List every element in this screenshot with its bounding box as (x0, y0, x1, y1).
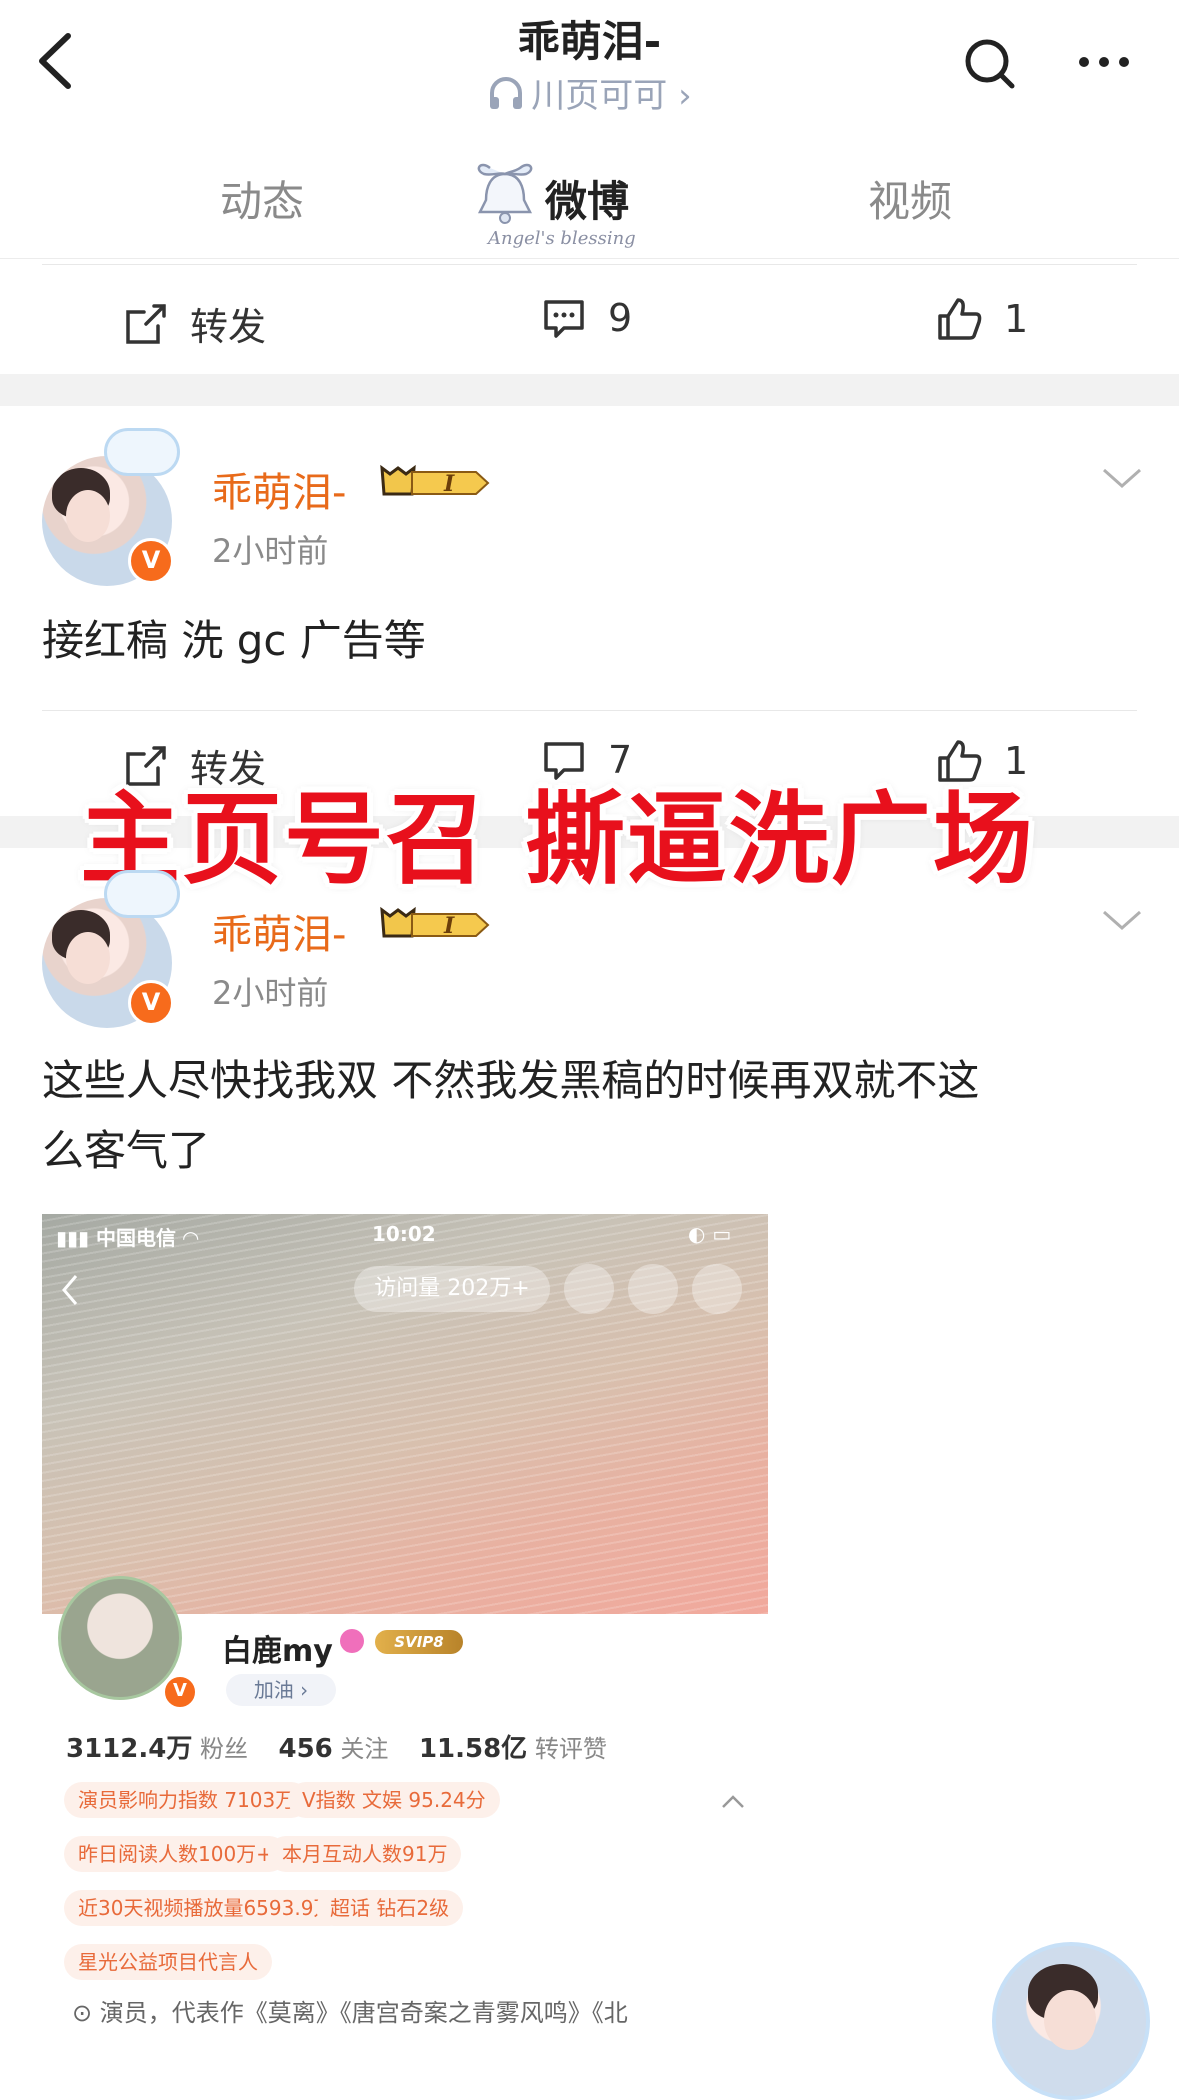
divider (42, 264, 1137, 265)
post-card: V 乖萌泪- I 2小时前 接红稿 洗 gc 广告等 转发 7 1 (0, 406, 1179, 816)
verified-badge: V (162, 1674, 198, 1710)
top-nav-bar: 乖萌泪- 川页可可 › (0, 0, 1179, 129)
username[interactable]: 乖萌泪- (212, 902, 346, 960)
profile-name: 白鹿my (222, 1634, 333, 1669)
floating-avatar-button[interactable] (992, 1942, 1150, 2100)
chevron-down-icon[interactable] (1100, 906, 1144, 934)
cheer-chip: 加油 › (226, 1674, 336, 1706)
tab-dongtai[interactable]: 动态 (220, 168, 304, 229)
repost-label: 转发 (190, 305, 267, 349)
visits-pill: 访问量 202万+ (354, 1266, 550, 1312)
back-arrow-icon (62, 1275, 78, 1305)
post-action-bar: 转发 9 1 (0, 268, 1179, 368)
verified-badge: V (128, 538, 174, 584)
tab-video[interactable]: 视频 (868, 168, 952, 229)
info-icon: ⊙ (72, 1999, 93, 2027)
post-text-line-2: 么客气了 (42, 1126, 211, 1175)
fire-icon (564, 1264, 614, 1314)
like-button[interactable]: 1 (936, 296, 1028, 342)
more-icon[interactable] (1076, 54, 1132, 70)
status-carrier: ▮▮▮ 中国电信 ◠ (56, 1226, 199, 1250)
like-count: 1 (1004, 297, 1029, 341)
comment-button[interactable]: 9 (542, 296, 632, 340)
thumbs-up-icon (938, 298, 982, 340)
chevron-up-icon (722, 1795, 744, 1808)
post-text-line-1: 这些人尽快找我双 不然我发黑稿的时候再双就不这 (42, 1056, 980, 1105)
cloud-decoration-icon (104, 428, 180, 476)
battery-icon: ◐ ▭ (688, 1222, 732, 1246)
chevron-down-icon[interactable] (1100, 464, 1144, 492)
comment-count: 9 (608, 296, 633, 340)
tab-weibo[interactable]: 微博 (545, 168, 629, 229)
post-time: 2小时前 (212, 974, 329, 1012)
angel-bell-icon (477, 163, 533, 224)
signal-icon: ▮▮▮ (56, 1226, 90, 1250)
profile-tag: 昨日阅读人数100万+ (64, 1836, 287, 1872)
profile-avatar (58, 1576, 182, 1700)
comment-icon (544, 300, 584, 338)
username[interactable]: 乖萌泪- (212, 460, 346, 518)
repost-icon (126, 303, 166, 344)
search-icon[interactable] (962, 36, 1018, 92)
cloud-decoration-icon (104, 870, 180, 918)
section-separator (0, 374, 1179, 406)
verified-badge: V (128, 980, 174, 1026)
post-image[interactable]: ▮▮▮ 中国电信 ◠ 10:02 ◐ ▭ 访问量 202万+ V 白鹿my SV… (42, 1214, 768, 2050)
search-icon (628, 1264, 678, 1314)
more-icon (692, 1264, 742, 1314)
angel-caption: Angel's blessing (488, 228, 636, 249)
svip-badge: SVIP8 (375, 1630, 463, 1654)
profile-tag: 超话 钻石2级 (316, 1890, 464, 1926)
subtitle-text: 川页可可 › (531, 76, 692, 116)
rank-badge-text: I (443, 913, 455, 939)
profile-tag: 本月互动人数91万 (268, 1836, 462, 1872)
profile-tag: 近30天视频播放量6593.9万 (64, 1890, 348, 1926)
crown-rank-badge-icon: I (380, 906, 490, 939)
post-time: 2小时前 (212, 532, 329, 570)
pink-badge-icon (340, 1629, 364, 1653)
wifi-icon: ◠ (182, 1226, 199, 1250)
profile-stats: 3112.4万 粉丝 456 关注 11.58亿 转评赞 (66, 1734, 607, 1764)
post-text: 接红稿 洗 gc 广告等 (42, 616, 426, 665)
rank-badge-text: I (443, 471, 455, 497)
crown-rank-badge-icon: I (380, 464, 490, 497)
profile-tag: V指数 文娱 95.24分 (288, 1782, 500, 1818)
divider (42, 710, 1137, 711)
headphones-icon (487, 75, 525, 120)
profile-tag: 星光公益项目代言人 (64, 1944, 272, 1980)
status-time: 10:02 (372, 1222, 436, 1246)
profile-tabs: 动态 Angel's blessing 微博 视频 (0, 128, 1179, 259)
profile-tag: 演员影响力指数 7103万 (64, 1782, 310, 1818)
profile-intro: ⊙ 演员，代表作《莫离》《唐宫奇案之青雾风鸣》《北 (72, 1999, 628, 2027)
repost-button[interactable]: 转发 (124, 296, 266, 351)
